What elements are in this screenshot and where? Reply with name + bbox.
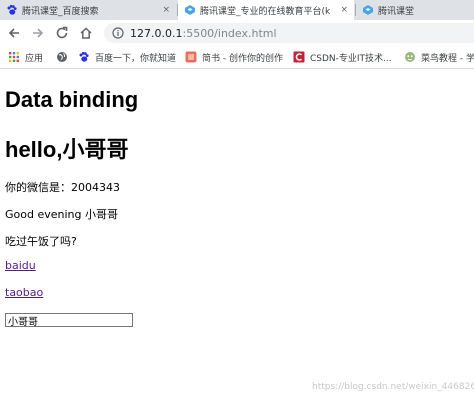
tab-label: 腾讯课堂_百度搜索	[22, 6, 99, 17]
address-bar[interactable]: 127.0.0.1:5500/index.html	[104, 23, 474, 43]
watermark: https://blog.csdn.net/weixin_44682687	[312, 382, 474, 392]
bookmark-apps[interactable]: 应用	[8, 46, 43, 68]
reload-button[interactable]	[52, 23, 72, 43]
reload-icon	[56, 26, 68, 39]
bookmark-runoob[interactable]: 菜鸟教程 - 学	[404, 46, 474, 68]
baidu-paw-icon	[79, 51, 89, 62]
tab-tencent-classroom[interactable]: 腾讯课堂	[356, 0, 474, 20]
lunch-question-text: 吃过午饭了吗?	[5, 235, 77, 248]
url-path: :5500/index.html	[182, 26, 277, 40]
bookmark-label: 菜鸟教程 - 学	[421, 53, 474, 64]
bookmark-jianshu[interactable]: 简书 - 创作你的创作	[185, 46, 283, 68]
tab-label: 腾讯课堂	[378, 6, 415, 17]
baidu-link[interactable]: baidu	[5, 259, 36, 272]
tab-label: 腾讯课堂_专业的在线教育平台(k	[200, 6, 331, 17]
tab-baidu-search[interactable]: 腾讯课堂_百度搜索 ×	[0, 0, 176, 20]
arrow-right-icon	[33, 28, 44, 38]
bookmark-baidu[interactable]: 百度一下，你就知道	[78, 46, 176, 68]
tab-strip: 腾讯课堂_百度搜索 × 腾讯课堂_专业的在线教育平台(k × 腾讯课堂	[0, 0, 474, 20]
home-icon	[80, 27, 92, 39]
close-icon[interactable]: ×	[162, 5, 170, 15]
wechat-text: 你的微信是：2004343	[5, 181, 120, 194]
taobao-link[interactable]: taobao	[5, 286, 43, 299]
url-host: 127.0.0.1	[130, 26, 183, 40]
csdn-icon	[293, 51, 305, 63]
greeting-heading: hello,小哥哥	[5, 137, 129, 162]
bookmark-csdn[interactable]: CSDN-专业IT技术...	[293, 46, 392, 68]
bookmark-globe[interactable]	[56, 46, 73, 68]
close-icon[interactable]: ×	[340, 5, 348, 15]
evening-greeting-text: Good evening 小哥哥	[5, 208, 118, 221]
home-button[interactable]	[76, 23, 96, 43]
apps-grid-icon	[9, 52, 19, 62]
tencent-classroom-icon	[363, 5, 373, 15]
baidu-paw-icon	[7, 4, 17, 15]
page-title: Data binding	[5, 87, 139, 112]
bookmark-label: 应用	[25, 53, 44, 64]
bookmark-label: CSDN-专业IT技术...	[310, 53, 392, 64]
globe-icon	[57, 52, 67, 62]
forward-button[interactable]	[28, 23, 48, 43]
jianshu-icon	[185, 51, 197, 63]
tencent-classroom-icon	[185, 5, 195, 15]
bookmark-label: 简书 - 创作你的创作	[202, 53, 283, 64]
arrow-left-icon	[8, 28, 19, 38]
runoob-icon	[405, 52, 415, 62]
name-input[interactable]	[5, 313, 133, 327]
tab-tencent-classroom-home[interactable]: 腾讯课堂_专业的在线教育平台(k ×	[178, 0, 354, 20]
info-icon[interactable]	[112, 27, 124, 39]
bookmark-label: 百度一下，你就知道	[95, 53, 177, 64]
back-button[interactable]	[4, 23, 24, 43]
bookmarks-bar: 应用 百度一下，你就知道 简书 - 创作你的创作 CSDN-专业IT技术...	[0, 46, 474, 69]
browser-toolbar: 127.0.0.1:5500/index.html	[0, 20, 474, 46]
